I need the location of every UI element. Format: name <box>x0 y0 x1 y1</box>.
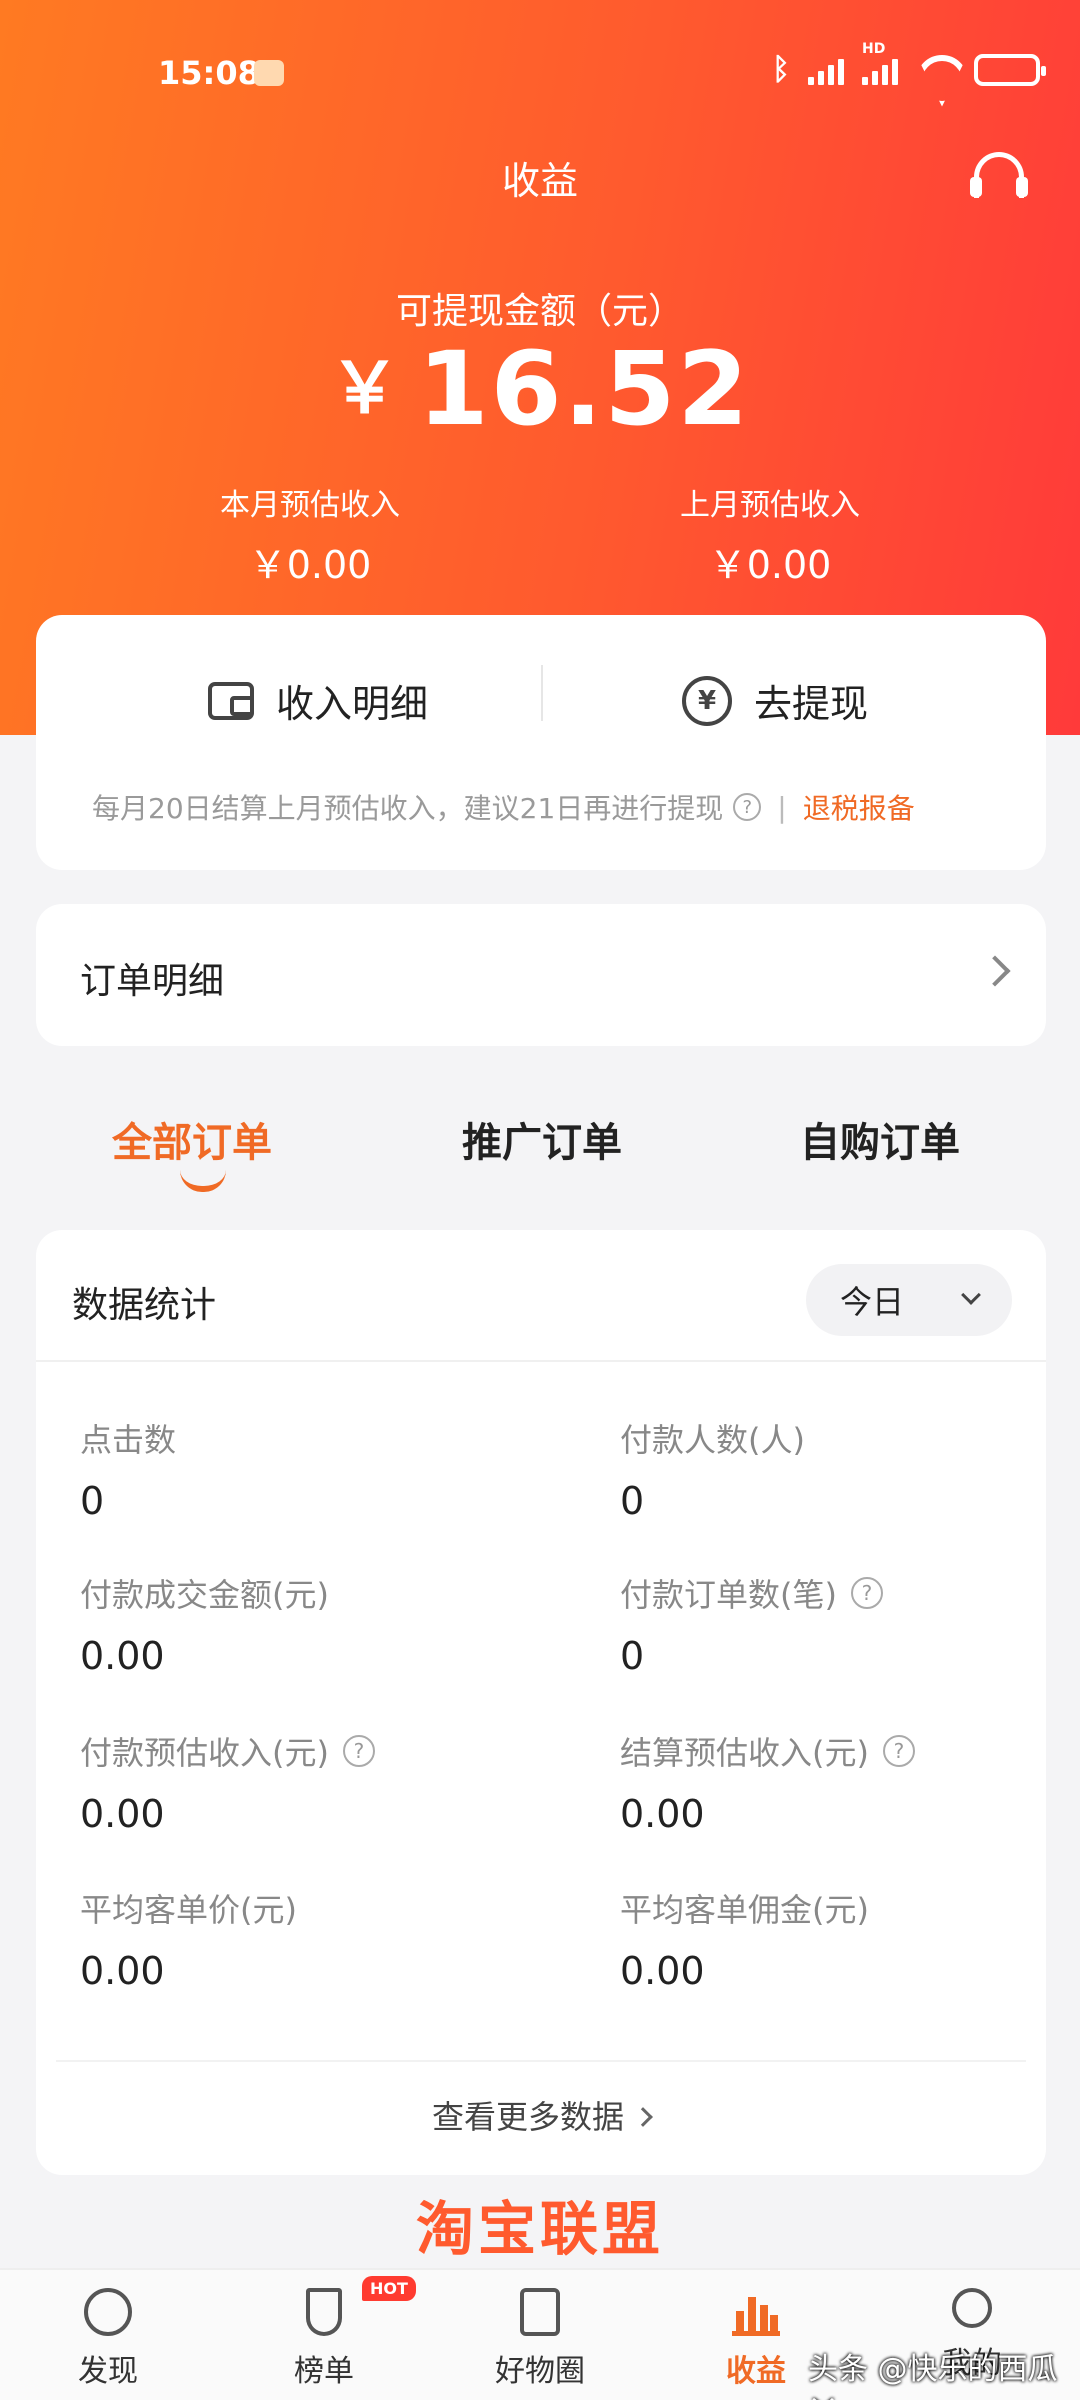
stat-value: 0 <box>620 1634 645 1678</box>
withdrawable-label: 可提现金额（元） <box>395 291 684 332</box>
last-month-value: ￥0.00 <box>708 543 832 587</box>
health-icon <box>254 60 284 86</box>
income-detail-button[interactable]: 收入明细 <box>208 673 428 728</box>
separator: | <box>777 790 787 824</box>
stat-paid-amount: 付款成交金额(元) 0.00 <box>80 1570 540 1678</box>
active-tab-indicator <box>180 1170 226 1192</box>
stat-label: 付款人数(人) <box>620 1421 805 1459</box>
stat-label: 付款预估收入(元) <box>80 1734 329 1772</box>
status-time: 15:08 <box>158 54 260 92</box>
page-title: 收益 <box>501 159 578 203</box>
bluetooth-icon: ᛒ <box>772 52 790 87</box>
stat-label: 点击数 <box>80 1421 177 1459</box>
stat-clicks: 点击数 0 <box>80 1415 540 1523</box>
watermark: 头条 @快乐的西瓜丫 <box>808 2352 1058 2400</box>
trophy-icon <box>306 2288 342 2336</box>
tab-promotion-orders[interactable]: 推广订单 <box>462 1110 622 1168</box>
tabbar-item-goods-circle[interactable]: 好物圈 <box>460 2288 620 2390</box>
wifi-icon <box>916 55 956 85</box>
stat-value: 0.00 <box>80 1634 165 1678</box>
this-month-estimate: 本月预估收入 ￥0.00 <box>160 480 460 589</box>
hd-label: HD <box>862 40 886 57</box>
brand-caption: 淘宝联盟 <box>415 2195 664 2263</box>
yen-coin-icon: ¥ <box>682 675 732 726</box>
stats-title: 数据统计 <box>72 1285 217 1326</box>
stat-value: 0 <box>80 1479 105 1523</box>
stat-paid-estimated-income: 付款预估收入(元)? 0.00 <box>80 1728 540 1836</box>
status-indicators: ᛒ HD <box>772 41 1046 87</box>
stat-value: 0.00 <box>620 1949 705 1993</box>
chevron-right-icon <box>979 955 1011 987</box>
tab-self-purchase-orders[interactable]: 自购订单 <box>800 1110 960 1168</box>
stat-value: 0 <box>620 1479 645 1523</box>
divider <box>56 2060 1026 2062</box>
stat-settled-estimated-income: 结算预估收入(元)? 0.00 <box>620 1728 1080 1836</box>
battery-icon <box>974 53 1046 86</box>
stat-value: 0.00 <box>80 1949 165 1993</box>
shopping-bag-icon <box>520 2288 560 2336</box>
stat-value: 0.00 <box>80 1792 165 1836</box>
tax-refund-link[interactable]: 退税报备 <box>803 787 915 827</box>
last-month-estimate: 上月预估收入 ￥0.00 <box>620 480 920 589</box>
help-icon[interactable]: ? <box>342 1735 375 1767</box>
last-month-label: 上月预估收入 <box>680 488 860 523</box>
tabbar-item-discover[interactable]: 发现 <box>28 2288 188 2390</box>
view-more-data-link[interactable]: 查看更多数据 <box>36 2092 1046 2138</box>
this-month-value: ￥0.00 <box>248 543 372 587</box>
order-detail-label: 订单明细 <box>80 961 225 1002</box>
stat-label: 付款订单数(笔) <box>620 1576 837 1614</box>
notice-text: 每月20日结算上月预估收入，建议21日再进行提现 <box>92 792 724 825</box>
signal-hd-icon: HD <box>862 41 898 85</box>
tabbar-label: 榜单 <box>294 2354 354 2389</box>
lightbulb-icon <box>84 2288 132 2336</box>
user-icon <box>952 2288 992 2328</box>
chart-icon <box>732 2288 780 2336</box>
settlement-notice: 每月20日结算上月预估收入，建议21日再进行提现 ? | 退税报备 <box>92 787 915 827</box>
period-dropdown[interactable]: 今日 <box>806 1264 1012 1336</box>
stats-header: 数据统计 今日 <box>36 1230 1046 1362</box>
withdrawable-amount: ￥ 16.52 <box>0 330 1080 449</box>
tab-all-orders[interactable]: 全部订单 <box>112 1110 272 1168</box>
stat-avg-order-commission: 平均客单佣金(元) 0.00 <box>620 1885 1080 1993</box>
tabbar-label: 好物圈 <box>495 2354 585 2389</box>
income-actions-card: 收入明细 ¥ 去提现 每月20日结算上月预估收入，建议21日再进行提现 ? | … <box>36 615 1046 870</box>
stat-label: 平均客单佣金(元) <box>620 1891 869 1929</box>
withdraw-button[interactable]: ¥ 去提现 <box>682 673 868 728</box>
hot-badge: HOT <box>362 2276 416 2301</box>
withdraw-label: 去提现 <box>754 682 869 726</box>
stat-label: 结算预估收入(元) <box>620 1734 869 1772</box>
chevron-right-icon <box>633 2107 653 2127</box>
this-month-label: 本月预估收入 <box>220 488 400 523</box>
help-icon[interactable]: ? <box>850 1577 883 1609</box>
signal-icon <box>808 55 844 85</box>
stat-paying-users: 付款人数(人) 0 <box>620 1415 1080 1523</box>
tabbar-label: 发现 <box>78 2354 138 2389</box>
stat-avg-order-price: 平均客单价(元) 0.00 <box>80 1885 540 1993</box>
stat-label: 付款成交金额(元) <box>80 1576 329 1614</box>
stat-paid-orders: 付款订单数(笔)? 0 <box>620 1570 1080 1678</box>
stat-value: 0.00 <box>620 1792 705 1836</box>
help-icon[interactable]: ? <box>882 1735 915 1767</box>
view-more-label: 查看更多数据 <box>431 2098 624 2136</box>
help-icon[interactable]: ? <box>733 793 762 821</box>
period-value: 今日 <box>840 1283 905 1321</box>
divider <box>541 665 543 721</box>
chevron-down-icon <box>961 1285 981 1305</box>
wallet-icon <box>208 681 254 720</box>
tabbar-item-rankings[interactable]: 榜单 <box>244 2288 404 2390</box>
customer-service-icon[interactable] <box>970 152 1028 198</box>
currency-symbol: ￥ <box>329 347 402 429</box>
order-detail-row[interactable]: 订单明细 <box>36 904 1046 1046</box>
data-statistics-card: 数据统计 今日 点击数 0 付款人数(人) 0 付款成交金额(元) 0.00 付… <box>36 1230 1046 2175</box>
stat-label: 平均客单价(元) <box>80 1891 297 1929</box>
amount-value: 16.52 <box>417 330 751 449</box>
income-detail-label: 收入明细 <box>276 682 429 726</box>
